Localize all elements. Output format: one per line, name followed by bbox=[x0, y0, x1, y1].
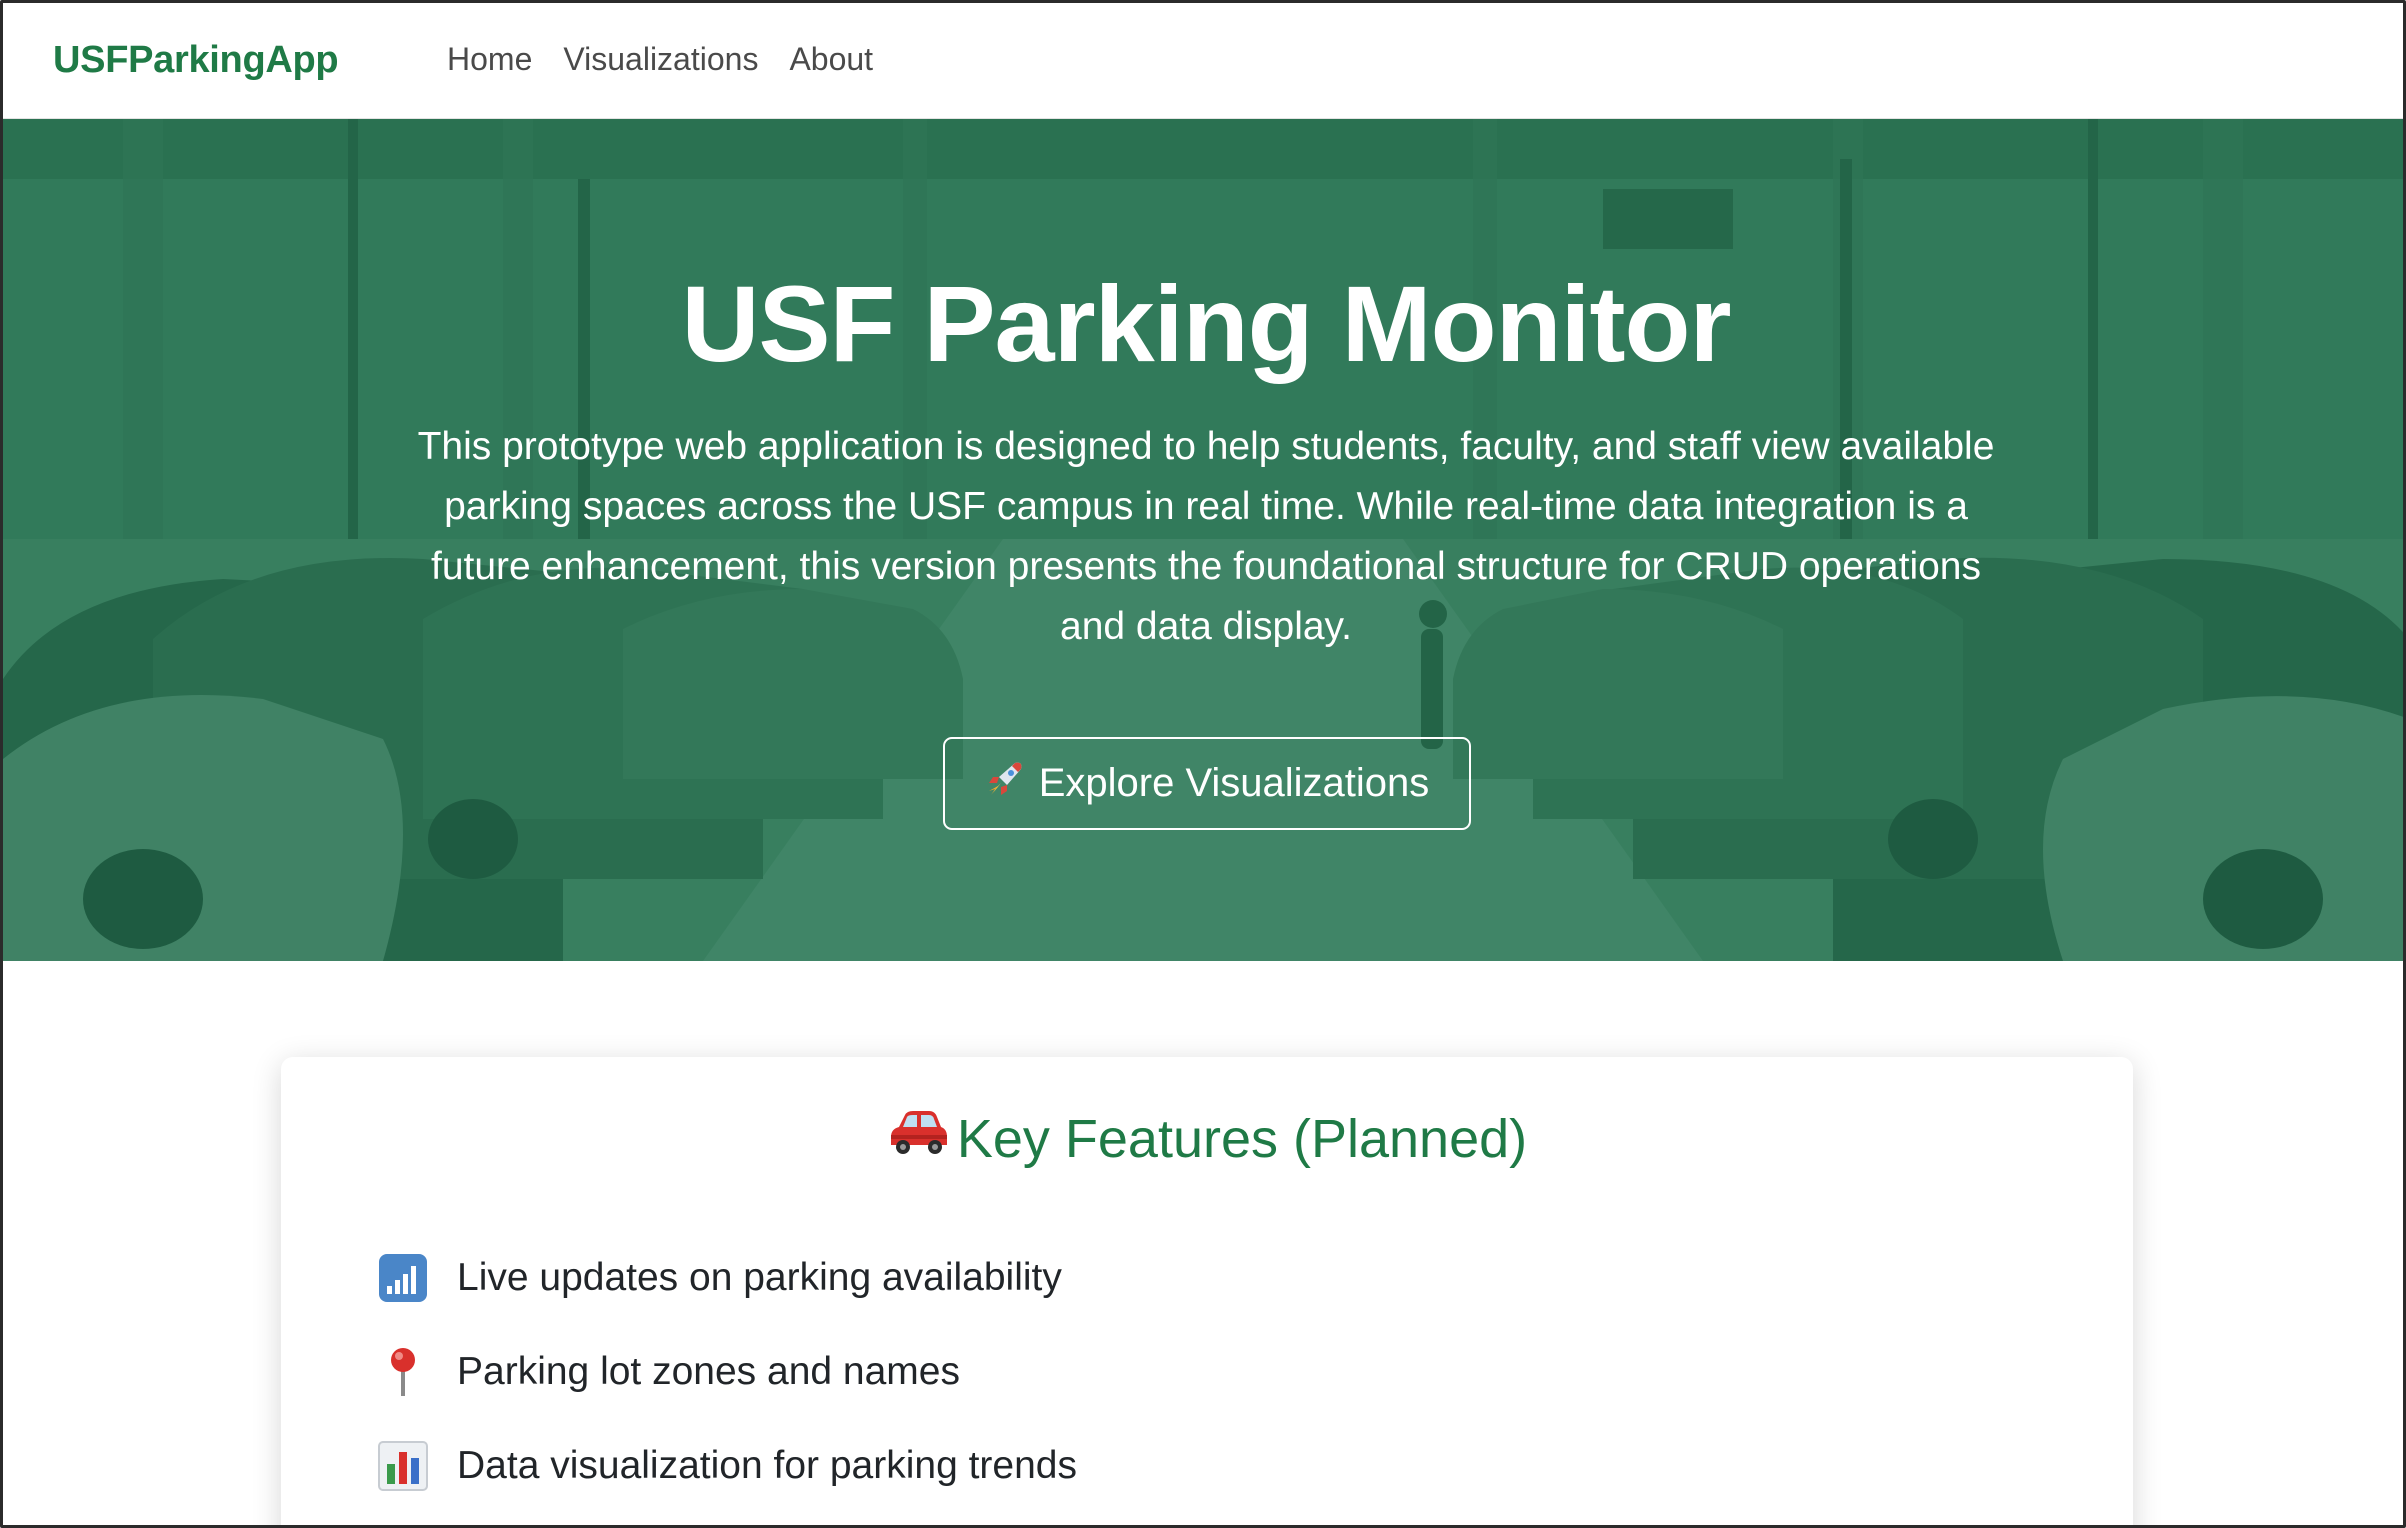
rocket-icon bbox=[985, 759, 1025, 809]
key-features-title: Key Features (Planned) bbox=[956, 1108, 1528, 1169]
list-item: Data visualization for parking trends bbox=[373, 1419, 1077, 1513]
list-item: Live updates on parking availability bbox=[373, 1231, 1077, 1325]
feature-label: Parking lot zones and names bbox=[457, 1350, 960, 1393]
brand-logo-link[interactable]: USFParkingApp bbox=[53, 39, 339, 82]
feature-label: Data visualization for parking trends bbox=[457, 1444, 1077, 1487]
red-car-icon bbox=[887, 1107, 949, 1170]
explore-visualizations-button[interactable]: Explore Visualizations bbox=[943, 737, 1471, 830]
hero-title: USF Parking Monitor bbox=[681, 263, 1731, 384]
explore-visualizations-label: Explore Visualizations bbox=[1038, 761, 1430, 805]
nav-links: Home Visualizations About bbox=[447, 41, 873, 78]
nav-link-home[interactable]: Home bbox=[447, 41, 532, 78]
nav-link-about[interactable]: About bbox=[789, 41, 873, 78]
hero-section: USF Parking Monitor This prototype web a… bbox=[3, 119, 2403, 961]
pushpin-icon bbox=[373, 1342, 433, 1402]
key-features-card: Key Features (Planned) Live updates on p… bbox=[281, 1057, 2133, 1525]
bar-chart-icon bbox=[373, 1436, 433, 1496]
feature-label: Live updates on parking availability bbox=[457, 1256, 1062, 1299]
feature-list: Live updates on parking availability Par… bbox=[373, 1231, 1077, 1513]
key-features-heading: Key Features (Planned) bbox=[281, 1107, 2133, 1170]
list-item: Parking lot zones and names bbox=[373, 1325, 1077, 1419]
signal-bars-icon bbox=[373, 1248, 433, 1308]
nav-link-visualizations[interactable]: Visualizations bbox=[563, 41, 758, 78]
navbar: USFParkingApp Home Visualizations About bbox=[3, 3, 2403, 119]
browser-window: USFParkingApp Home Visualizations About bbox=[0, 0, 2406, 1528]
hero-description: This prototype web application is design… bbox=[417, 425, 1995, 648]
